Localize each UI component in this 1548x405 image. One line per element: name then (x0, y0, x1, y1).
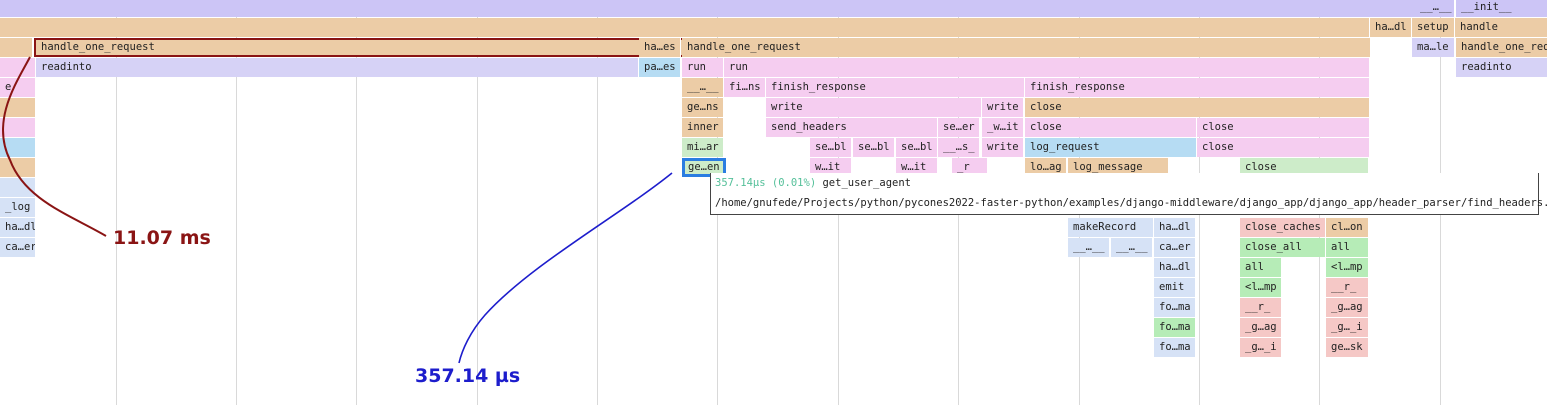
tooltip-function: get_user_agent (822, 177, 911, 189)
flame-frame[interactable]: finish_response (1025, 78, 1370, 97)
flame-frame[interactable] (0, 98, 36, 117)
flame-frame[interactable]: se…bl (810, 138, 852, 157)
flame-frame[interactable]: close (1025, 118, 1197, 137)
flame-frame[interactable]: __…__ (682, 78, 724, 97)
flame-frame[interactable]: fo…ma (1154, 318, 1196, 337)
flame-frame[interactable]: _g…ag (1240, 318, 1282, 337)
flame-frame[interactable]: ma…le (1412, 38, 1455, 57)
flame-frame[interactable]: ge…sk (1326, 338, 1369, 357)
flame-frame[interactable]: _log (0, 198, 36, 217)
flame-frame[interactable]: _g…ag (1326, 298, 1369, 317)
flame-frame[interactable]: log_request (1025, 138, 1197, 157)
flame-frame[interactable]: __r_ (1326, 278, 1369, 297)
flame-frame[interactable]: makeRecord (1068, 218, 1154, 237)
flame-frame[interactable]: fo…ma (1154, 338, 1196, 357)
flame-frame[interactable]: ha…dl (1370, 18, 1412, 37)
tooltip-header: 357.14µs (0.01%) get_user_agent (715, 177, 911, 189)
flame-frame[interactable] (0, 138, 36, 157)
flame-frame[interactable]: ca…er (0, 238, 36, 257)
flame-frame[interactable]: close (1197, 138, 1370, 157)
flame-frame[interactable]: inner (682, 118, 724, 137)
flame-frame[interactable]: mi…ar (682, 138, 724, 157)
flame-frame[interactable] (0, 38, 33, 57)
flame-frame[interactable]: se…bl (853, 138, 895, 157)
flame-frame[interactable]: send_headers (766, 118, 938, 137)
flame-frame[interactable]: readinto (36, 58, 639, 77)
flame-frame[interactable]: all (1240, 258, 1282, 277)
flame-frame[interactable] (0, 178, 36, 197)
tooltip-duration: 357.14µs (0.01%) (715, 177, 817, 189)
flame-frame[interactable]: __…__ (1415, 0, 1455, 17)
flame-frame[interactable]: ha…es (639, 38, 681, 57)
flame-frame[interactable]: e (0, 78, 36, 97)
flame-frame[interactable]: write (982, 138, 1024, 157)
tooltip-path: /home/gnufede/Projects/python/pycones202… (715, 197, 1548, 209)
flame-frame[interactable]: all (1326, 238, 1369, 257)
flame-frame[interactable]: fo…ma (1154, 298, 1196, 317)
flamegraph-canvas[interactable]: __…__ __init__ ha…dl setup handle handle_one_… (0, 0, 1548, 405)
flame-frame[interactable]: fi…ns (724, 78, 766, 97)
flame-frame[interactable]: handle (1455, 18, 1548, 37)
flame-frame[interactable]: __…s_ (938, 138, 980, 157)
flame-frame[interactable]: close (1025, 98, 1370, 117)
flame-frame[interactable]: finish_response (766, 78, 1025, 97)
flame-frame[interactable]: write (766, 98, 982, 117)
annotation-total-time: 11.07 ms (113, 227, 211, 249)
flame-frame[interactable]: <l…mp (1326, 258, 1369, 277)
flame-frame[interactable]: emit (1154, 278, 1196, 297)
flame-frame[interactable]: __…__ (1068, 238, 1110, 257)
frame-tooltip: 357.14µs (0.01%) get_user_agent /home/gn… (710, 173, 1548, 215)
flame-frame[interactable]: readinto (1456, 58, 1548, 77)
flame-frame[interactable] (0, 118, 36, 137)
flame-frame[interactable] (0, 0, 1456, 17)
flame-frame[interactable]: _g…_i (1326, 318, 1369, 337)
flame-frame[interactable]: ge…ns (682, 98, 724, 117)
flame-frame[interactable]: handle_one_request (682, 38, 1371, 57)
flame-frame[interactable] (0, 18, 1370, 37)
flame-frame[interactable]: write (982, 98, 1024, 117)
flame-frame[interactable]: __init__ (1456, 0, 1548, 17)
annotation-curve-right (458, 172, 673, 364)
annotation-frame-time: 357.14 µs (415, 365, 521, 387)
flame-frame[interactable]: _w…it (982, 118, 1024, 137)
flame-frame[interactable]: close_all (1240, 238, 1326, 257)
flame-frame[interactable]: ha…dl (1154, 218, 1196, 237)
flame-frame[interactable]: ca…er (1154, 238, 1196, 257)
flame-frame[interactable]: _g…_i (1240, 338, 1282, 357)
flame-frame[interactable]: ha…dl (1154, 258, 1196, 277)
flame-frame[interactable] (0, 158, 36, 177)
flame-frame[interactable]: run (682, 58, 724, 77)
flame-frame[interactable]: se…bl (896, 138, 938, 157)
flame-frame[interactable] (0, 58, 36, 77)
flame-frame[interactable]: handle_one_request (1456, 38, 1548, 57)
flame-frame[interactable]: run (724, 58, 1370, 77)
flame-frame[interactable]: ha…dl (0, 218, 36, 237)
flame-frame[interactable]: cl…on (1326, 218, 1369, 237)
flame-frame[interactable]: __…__ (1111, 238, 1153, 257)
flame-frame[interactable]: setup (1412, 18, 1455, 37)
flame-frame[interactable]: <l…mp (1240, 278, 1282, 297)
flame-frame[interactable]: __r_ (1240, 298, 1282, 317)
flame-frame[interactable]: pa…es (639, 58, 681, 77)
flame-frame[interactable]: close_caches (1240, 218, 1326, 237)
flame-frame[interactable]: close (1197, 118, 1370, 137)
flame-frame[interactable]: se…er (938, 118, 980, 137)
